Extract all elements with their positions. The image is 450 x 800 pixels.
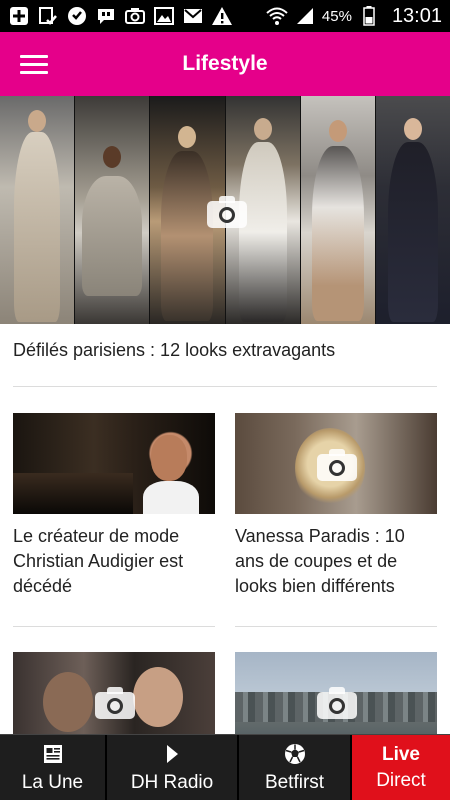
divider: [235, 626, 437, 627]
article-list[interactable]: Défilés parisiens : 12 looks extravagant…: [0, 96, 450, 734]
article-card[interactable]: Vanessa Paradis : 10 ans de coupes et de…: [235, 413, 437, 599]
article-image[interactable]: [13, 413, 215, 514]
article-card[interactable]: [13, 652, 215, 734]
play-icon: [165, 742, 179, 766]
divider: [13, 386, 437, 387]
image-icon: [153, 5, 175, 27]
gallery-camera-icon: [207, 196, 247, 228]
nav-label: DH Radio: [130, 771, 214, 793]
quote-bubble-icon: [95, 5, 117, 27]
battery-icon: [358, 5, 380, 27]
article-image[interactable]: [13, 652, 215, 734]
divider: [13, 626, 215, 627]
gallery-camera-icon: [317, 449, 357, 481]
page-title: Lifestyle: [182, 52, 268, 75]
clock: 13:01: [391, 4, 442, 27]
article-card[interactable]: Le créateur de mode Christian Audigier e…: [13, 413, 215, 599]
status-bar: 45% 13:01: [0, 0, 450, 32]
heart-bubble-icon: [66, 5, 88, 27]
system-icons: 45% 13:01: [266, 5, 442, 28]
nav-live-direct[interactable]: Live Direct: [352, 735, 450, 800]
nav-betfirst[interactable]: Betfirst: [239, 735, 352, 800]
article-image[interactable]: [235, 413, 437, 514]
nav-label: Betfirst: [264, 771, 325, 793]
gallery-camera-icon: [95, 687, 135, 719]
nav-la-une[interactable]: La Une: [0, 735, 107, 800]
add-icon: [8, 5, 30, 27]
runway-photo: [0, 96, 76, 324]
runway-photo: [300, 96, 376, 324]
article-image[interactable]: [235, 652, 437, 734]
signal-icon: [294, 5, 316, 27]
newspaper-icon: [43, 742, 63, 766]
battery-percent: 45%: [321, 7, 352, 25]
bottom-nav: La Une DH Radio Betfirst Live Direct: [0, 734, 450, 800]
app-bar: Lifestyle: [0, 32, 450, 96]
hamburger-menu-icon[interactable]: [14, 46, 54, 82]
nav-dh-radio[interactable]: DH Radio: [107, 735, 239, 800]
nav-label: Direct: [376, 769, 426, 791]
runway-photo: [75, 96, 151, 324]
warning-icon: [211, 5, 233, 27]
wifi-icon: [266, 5, 288, 27]
nav-label: La Une: [21, 771, 84, 793]
mail-icon: [182, 5, 204, 27]
download-check-icon: [37, 5, 59, 27]
runway-photo: [375, 96, 450, 324]
article-title[interactable]: Vanessa Paradis : 10 ans de coupes et de…: [235, 524, 437, 599]
hero-image[interactable]: [0, 96, 450, 324]
live-label: Live: [381, 743, 421, 765]
soccer-ball-icon: [284, 742, 306, 766]
article-card[interactable]: [235, 652, 437, 734]
article-title[interactable]: Défilés parisiens : 12 looks extravagant…: [13, 338, 437, 362]
notification-icons: [8, 5, 233, 27]
camera-icon: [124, 5, 146, 27]
gallery-camera-icon: [317, 687, 357, 719]
article-title[interactable]: Le créateur de mode Christian Audigier e…: [13, 524, 215, 599]
